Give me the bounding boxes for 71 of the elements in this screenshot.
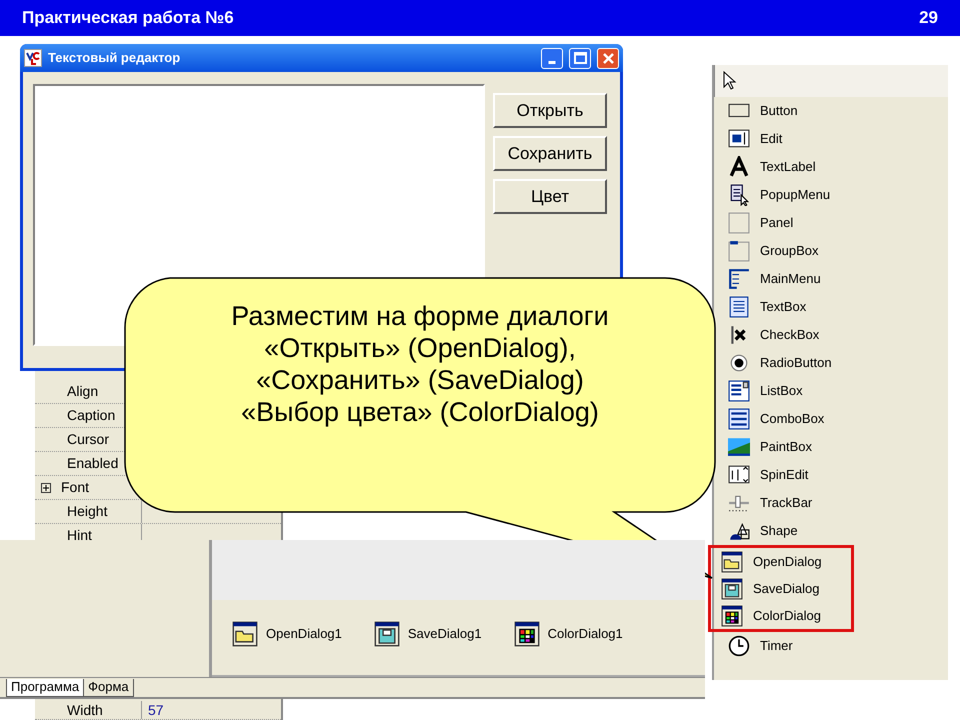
- palette-item[interactable]: Button: [716, 97, 948, 125]
- property-name: Height: [67, 502, 108, 521]
- expand-icon[interactable]: [41, 482, 51, 492]
- minimize-icon: [548, 60, 556, 64]
- close-button[interactable]: [597, 48, 619, 68]
- maximize-button[interactable]: [569, 48, 591, 68]
- property-name: Width: [67, 700, 103, 720]
- property-name: Cursor: [67, 430, 110, 449]
- palette-item[interactable]: CheckBox: [716, 321, 948, 349]
- palette-item[interactable]: Panel: [716, 209, 948, 237]
- menu-icon: [728, 268, 750, 290]
- floppy-icon: [721, 578, 743, 600]
- form-button[interactable]: Цвет: [493, 179, 607, 214]
- property-name: Align: [67, 382, 98, 401]
- color-grid-icon: [721, 604, 743, 626]
- component-item[interactable]: SaveDialog1: [374, 620, 482, 647]
- property-value: 57: [148, 700, 164, 720]
- palette-item[interactable]: SaveDialog: [717, 575, 851, 602]
- palette-item[interactable]: PopupMenu: [716, 181, 948, 209]
- landscape-icon: [728, 436, 750, 458]
- form-button[interactable]: Сохранить: [493, 136, 607, 171]
- menu-pointer-icon: [728, 184, 750, 206]
- panel-icon: [728, 212, 750, 234]
- list-icon: [728, 380, 750, 402]
- palette-item[interactable]: ComboBox: [716, 405, 948, 433]
- callout-text: Разместим на форме диалоги: [231, 300, 609, 332]
- folder-icon: [721, 550, 743, 572]
- app-logo-icon: [24, 49, 42, 67]
- property-name: Font: [61, 478, 90, 497]
- text-lines-icon: [728, 296, 750, 318]
- property-name: Caption: [67, 406, 116, 425]
- editor-tab[interactable]: Программа: [6, 679, 84, 697]
- palette-item[interactable]: Timer: [716, 632, 948, 660]
- palette-item[interactable]: ListBox: [716, 377, 948, 405]
- palette-item[interactable]: GroupBox: [716, 237, 948, 265]
- shapes-icon: [728, 520, 750, 542]
- palette-item[interactable]: MainMenu: [716, 265, 948, 293]
- window-title: Текстовый редактор: [48, 49, 182, 68]
- palette-item[interactable]: TextLabel: [716, 153, 948, 181]
- callout-text: «Открыть» (OpenDialog),: [264, 332, 576, 364]
- text-field-icon: [728, 128, 750, 150]
- callout-text: «Сохранить» (SaveDialog): [256, 364, 584, 396]
- folder-icon: [232, 620, 258, 647]
- radio-icon: [728, 352, 750, 374]
- component-item[interactable]: ColorDialog1: [514, 620, 623, 647]
- palette-item[interactable]: RadioButton: [716, 349, 948, 377]
- form-button[interactable]: Открыть: [493, 93, 607, 128]
- editor-tab[interactable]: Форма: [84, 679, 134, 697]
- palette-item[interactable]: SpinEdit: [716, 461, 948, 489]
- list-icon: [728, 408, 750, 430]
- palette-item[interactable]: PaintBox: [716, 433, 948, 461]
- palette-item[interactable]: TrackBar: [716, 489, 948, 517]
- palette-item[interactable]: Shape: [716, 517, 948, 545]
- palette-item[interactable]: ColorDialog: [717, 602, 851, 629]
- property-name: Enabled: [67, 454, 118, 473]
- property-name: Hint: [67, 526, 92, 545]
- palette-item[interactable]: Edit: [716, 125, 948, 153]
- page-number: 29: [919, 7, 938, 30]
- group-box-icon: [728, 240, 750, 262]
- callout-text: «Выбор цвета» (ColorDialog): [241, 396, 599, 428]
- component-item[interactable]: OpenDialog1: [232, 620, 342, 647]
- palette-item[interactable]: OpenDialog: [717, 548, 851, 575]
- letter-icon: [728, 156, 750, 178]
- palette-item[interactable]: TextBox: [716, 293, 948, 321]
- minimize-button[interactable]: [541, 48, 563, 68]
- spinner-icon: [728, 464, 750, 486]
- color-grid-icon: [514, 620, 540, 647]
- pointer-icon[interactable]: [723, 71, 737, 91]
- slide-title: Практическая работа №6: [22, 7, 234, 30]
- clock-icon: [728, 635, 750, 657]
- floppy-icon: [374, 620, 400, 647]
